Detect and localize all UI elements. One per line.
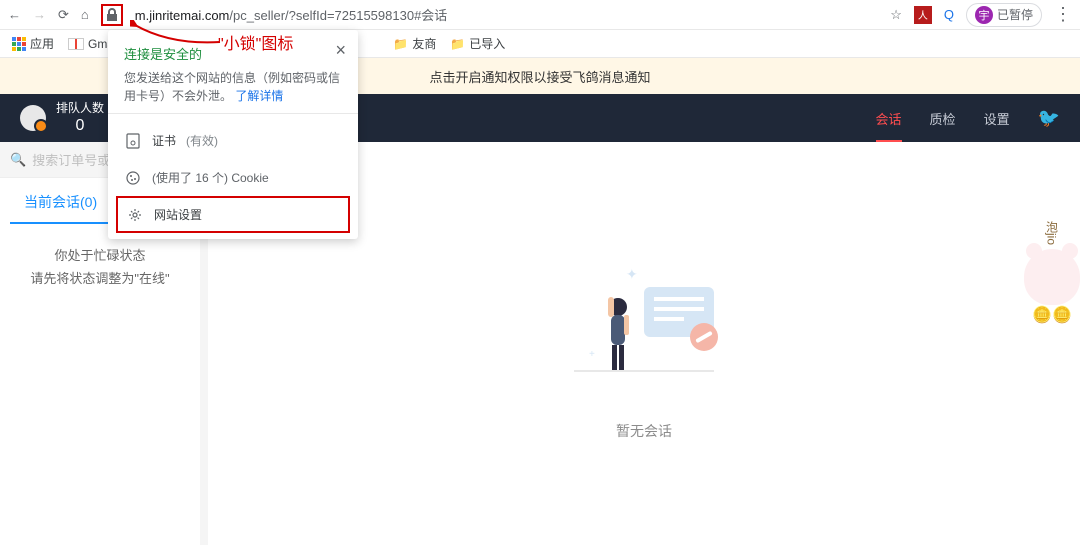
annotation-arrow xyxy=(130,20,230,50)
apps-button[interactable]: 应用 xyxy=(12,35,54,52)
close-icon[interactable]: × xyxy=(335,40,346,61)
empty-illustration: ✦ + xyxy=(564,247,724,407)
folder-icon: 📁 xyxy=(450,37,465,51)
popover-desc: 您发送给这个网站的信息（例如密码或信用卡号）不会外泄。 了解详情 xyxy=(124,69,342,105)
toolbar-right: ☆ 人 Q 宇 已暂停 ⋮ xyxy=(890,3,1072,27)
gear-icon xyxy=(126,208,144,222)
profile-status: 已暂停 xyxy=(997,6,1033,23)
tab-conversation[interactable]: 会话 xyxy=(876,95,902,142)
cookies-row[interactable]: (使用了 16 个) Cookie xyxy=(124,159,342,196)
header-tabs: 会话 质检 设置 🐦 xyxy=(876,95,1060,142)
queue-number: 0 xyxy=(76,116,85,135)
url-bar[interactable]: m.jinritemai.com/pc_seller/?selfId=72515… xyxy=(135,5,878,24)
search-icon: 🔍 xyxy=(10,152,26,168)
mascot: 泡jio 🪙🪙 xyxy=(1024,221,1080,325)
lock-icon[interactable] xyxy=(101,4,123,26)
gmail-icon xyxy=(68,38,84,50)
url-path: /pc_seller/?selfId=72515598130#会话 xyxy=(229,8,447,23)
mascot-text: 泡jio xyxy=(1044,221,1061,245)
cert-meta: (有效) xyxy=(186,132,218,149)
apps-icon xyxy=(12,37,26,51)
bookmark-folder-1[interactable]: 📁 友商 xyxy=(393,35,436,52)
search-ext-icon[interactable]: Q xyxy=(944,7,954,22)
pdf-extension-icon[interactable]: 人 xyxy=(914,6,932,24)
svg-text:+: + xyxy=(589,349,595,360)
site-settings-row[interactable]: 网站设置 xyxy=(116,196,350,233)
folder-icon: 📁 xyxy=(393,37,408,51)
notification-text: 点击开启通知权限以接受飞鸽消息通知 xyxy=(429,67,650,86)
queue-box: 排队人数 0 xyxy=(20,101,104,135)
back-icon[interactable]: ← xyxy=(8,7,21,22)
tab-qc[interactable]: 质检 xyxy=(930,95,956,142)
cookie-icon xyxy=(124,171,142,185)
home-icon[interactable]: ⌂ xyxy=(81,7,89,22)
bookmark-folder-2[interactable]: 📁 已导入 xyxy=(450,35,505,52)
tab-settings[interactable]: 设置 xyxy=(984,95,1010,142)
profile-avatar: 宇 xyxy=(975,6,993,24)
security-popover: × 连接是安全的 您发送给这个网站的信息（例如密码或信用卡号）不会外泄。 了解详… xyxy=(108,30,358,239)
svg-text:✦: ✦ xyxy=(626,266,638,282)
bear-icon xyxy=(1024,249,1080,305)
reload-icon[interactable]: ⟳ xyxy=(58,7,69,23)
current-session-tab[interactable]: 当前会话(0) xyxy=(10,182,111,224)
apps-label: 应用 xyxy=(30,35,54,52)
profile-badge[interactable]: 宇 已暂停 xyxy=(966,3,1042,27)
learn-more-link[interactable]: 了解详情 xyxy=(235,89,283,103)
empty-text: 暂无会话 xyxy=(616,421,672,441)
queue-label: 排队人数 xyxy=(56,101,104,115)
more-icon[interactable]: ⋮ xyxy=(1054,4,1072,25)
avatar[interactable] xyxy=(20,105,46,131)
cert-icon xyxy=(124,133,142,149)
bird-icon[interactable]: 🐦 xyxy=(1038,108,1060,129)
star-icon[interactable]: ☆ xyxy=(890,7,902,23)
annotation-text: "小锁"图标 xyxy=(218,30,293,54)
forward-icon[interactable]: → xyxy=(33,7,46,22)
nav-icon-group: ← → ⟳ ⌂ xyxy=(8,7,89,23)
certificate-row[interactable]: 证书 (有效) xyxy=(124,122,342,159)
